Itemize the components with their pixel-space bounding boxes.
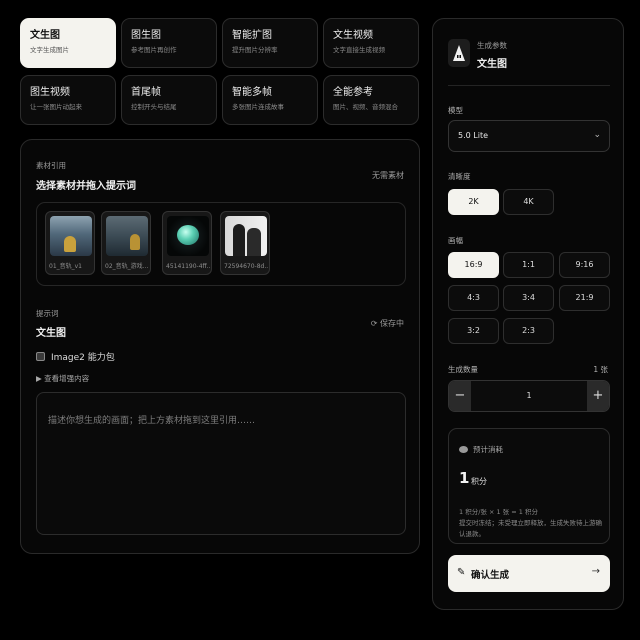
mode-card-smart-expand[interactable]: 智能扩图提升图片分辨率: [222, 18, 318, 68]
cost-formula: 1 积分/张 × 1 张 = 1 积分: [459, 508, 538, 516]
material-image: [167, 216, 209, 256]
quantity-stepper: − 1 +: [448, 380, 610, 412]
panel-title: 文生图: [477, 59, 507, 70]
mode-card-image-to-video[interactable]: 图生视频让一张图片动起来: [20, 75, 116, 125]
saving-text: 保存中: [380, 319, 404, 328]
material-thumb[interactable]: 02_音轨_游戏...: [101, 211, 151, 275]
image2-pack-label: Image2 能力包: [51, 353, 115, 363]
prompt-input[interactable]: 描述你想生成的画面；把上方素材拖到这里引用……: [36, 392, 406, 535]
panel-subtitle: 生成参数: [477, 41, 507, 50]
mode-desc: 多张图片连成故事: [232, 103, 284, 111]
clarity-label: 清晰度: [448, 172, 471, 181]
mode-card-first-last-frame[interactable]: 首尾帧控制开头与结尾: [121, 75, 217, 125]
mode-desc: 文字生成图片: [30, 46, 69, 54]
material-thumb[interactable]: 01_音轨_v1: [45, 211, 95, 275]
mode-desc: 控制开头与结尾: [131, 103, 177, 111]
mode-title: 智能多帧: [232, 87, 272, 98]
mode-desc: 文字直接生成视频: [333, 46, 385, 54]
ratio-label: 画幅: [448, 236, 463, 245]
magic-wand-icon: ✎: [457, 567, 466, 578]
cost-header: 预计消耗: [459, 444, 503, 455]
material-caption: 01_音轨_v1: [49, 263, 83, 270]
mode-title: 全能参考: [333, 87, 373, 98]
material-caption: 02_音轨_游戏...: [105, 263, 149, 270]
mode-title: 智能扩图: [232, 30, 272, 41]
mode-grid: 文生图文字生成图片 图生图参考图片再创作 智能扩图提升图片分辨率 文生视频文字直…: [20, 18, 420, 125]
params-panel: 生成参数 文生图 模型 5.0 Lite ⌄ 清晰度 2K 4K 画幅 16:9…: [432, 18, 624, 610]
coin-icon: [459, 446, 468, 453]
quantity-label: 生成数量: [448, 365, 478, 374]
mode-card-multi-frame[interactable]: 智能多帧多张图片连成故事: [222, 75, 318, 125]
material-thumb[interactable]: 72594670-8d...: [220, 211, 270, 275]
quantity-unit: 1 张: [593, 365, 608, 374]
ratio-option-3-2[interactable]: 3:2: [448, 318, 499, 344]
ratio-option-2-3[interactable]: 2:3: [503, 318, 554, 344]
chevron-down-icon: ⌄: [593, 130, 601, 140]
prompt-label: 提示词: [36, 309, 59, 318]
mode-card-text-to-video[interactable]: 文生视频文字直接生成视频: [323, 18, 419, 68]
cost-title: 预计消耗: [473, 445, 503, 454]
material-image: [50, 216, 92, 256]
image2-pack-option[interactable]: Image2 能力包: [36, 350, 115, 363]
mode-title: 文生视频: [333, 30, 373, 41]
logo-icon: [453, 45, 465, 61]
cost-note: 提交时冻结；未受理立即释放，生成失败待上游确认退款。: [459, 519, 602, 538]
divider: [448, 85, 610, 86]
confirm-generate-button[interactable]: ✎ 确认生成 →: [448, 555, 610, 592]
main-panel: 素材引用 选择素材并拖入提示词 无需素材 01_音轨_v1 02_音轨_游戏..…: [20, 139, 420, 554]
ratio-option-9-16[interactable]: 9:16: [559, 252, 610, 278]
cost-amount: 1: [459, 469, 470, 487]
mode-card-image-to-image[interactable]: 图生图参考图片再创作: [121, 18, 217, 68]
material-image: [225, 216, 267, 256]
image2-pack-checkbox[interactable]: [36, 352, 45, 361]
arrow-right-icon: →: [591, 566, 600, 577]
ratio-option-21-9[interactable]: 21:9: [559, 285, 610, 311]
model-label: 模型: [448, 106, 463, 115]
saving-status: ⟳ 保存中: [371, 318, 404, 329]
mode-title: 首尾帧: [131, 87, 161, 98]
clarity-option-4k[interactable]: 4K: [503, 189, 554, 215]
cost-estimate-card: 预计消耗 1 积分 1 积分/张 × 1 张 = 1 积分 提交时冻结；未受理立…: [448, 428, 610, 544]
ratio-option-1-1[interactable]: 1:1: [503, 252, 554, 278]
cost-unit: 积分: [471, 477, 487, 486]
ratio-option-16-9[interactable]: 16:9: [448, 252, 499, 278]
materials-tray[interactable]: 01_音轨_v1 02_音轨_游戏... 45141190-4ff... 725…: [36, 202, 406, 286]
app-logo: [448, 39, 470, 67]
mode-title: 图生图: [131, 30, 161, 41]
no-material-toggle[interactable]: 无需素材: [372, 170, 404, 181]
ratio-option-4-3[interactable]: 4:3: [448, 285, 499, 311]
material-image: [106, 216, 148, 256]
materials-title: 选择素材并拖入提示词: [36, 181, 136, 192]
confirm-label: 确认生成: [471, 570, 510, 581]
mode-title: 文生图: [30, 30, 60, 41]
increment-button[interactable]: +: [587, 381, 609, 411]
model-select[interactable]: 5.0 Lite ⌄: [448, 120, 610, 152]
refresh-icon: ⟳: [370, 319, 378, 328]
mode-desc: 参考图片再创作: [131, 46, 177, 54]
materials-label: 素材引用: [36, 161, 66, 170]
prompt-placeholder: 描述你想生成的画面；把上方素材拖到这里引用……: [48, 416, 256, 426]
expand-label: 查看增强内容: [44, 374, 90, 383]
mode-card-text-to-image[interactable]: 文生图 文字生成图片: [20, 18, 116, 68]
expand-enhanced-toggle[interactable]: ▶ 查看增强内容: [36, 373, 89, 384]
ratio-option-3-4[interactable]: 3:4: [503, 285, 554, 311]
material-thumb[interactable]: 45141190-4ff...: [162, 211, 212, 275]
mode-card-full-reference[interactable]: 全能参考图片、视频、音频混合: [323, 75, 419, 125]
clarity-option-2k[interactable]: 2K: [448, 189, 499, 215]
caret-right-icon: ▶: [36, 374, 42, 383]
quantity-value[interactable]: 1: [449, 391, 609, 400]
mode-desc: 图片、视频、音频混合: [333, 103, 398, 111]
model-value: 5.0 Lite: [458, 131, 489, 140]
material-caption: 72594670-8d...: [224, 263, 268, 270]
prompt-title: 文生图: [36, 328, 66, 339]
mode-desc: 提升图片分辨率: [232, 46, 278, 54]
mode-title: 图生视频: [30, 87, 70, 98]
mode-desc: 让一张图片动起来: [30, 103, 82, 111]
material-caption: 45141190-4ff...: [166, 263, 210, 270]
